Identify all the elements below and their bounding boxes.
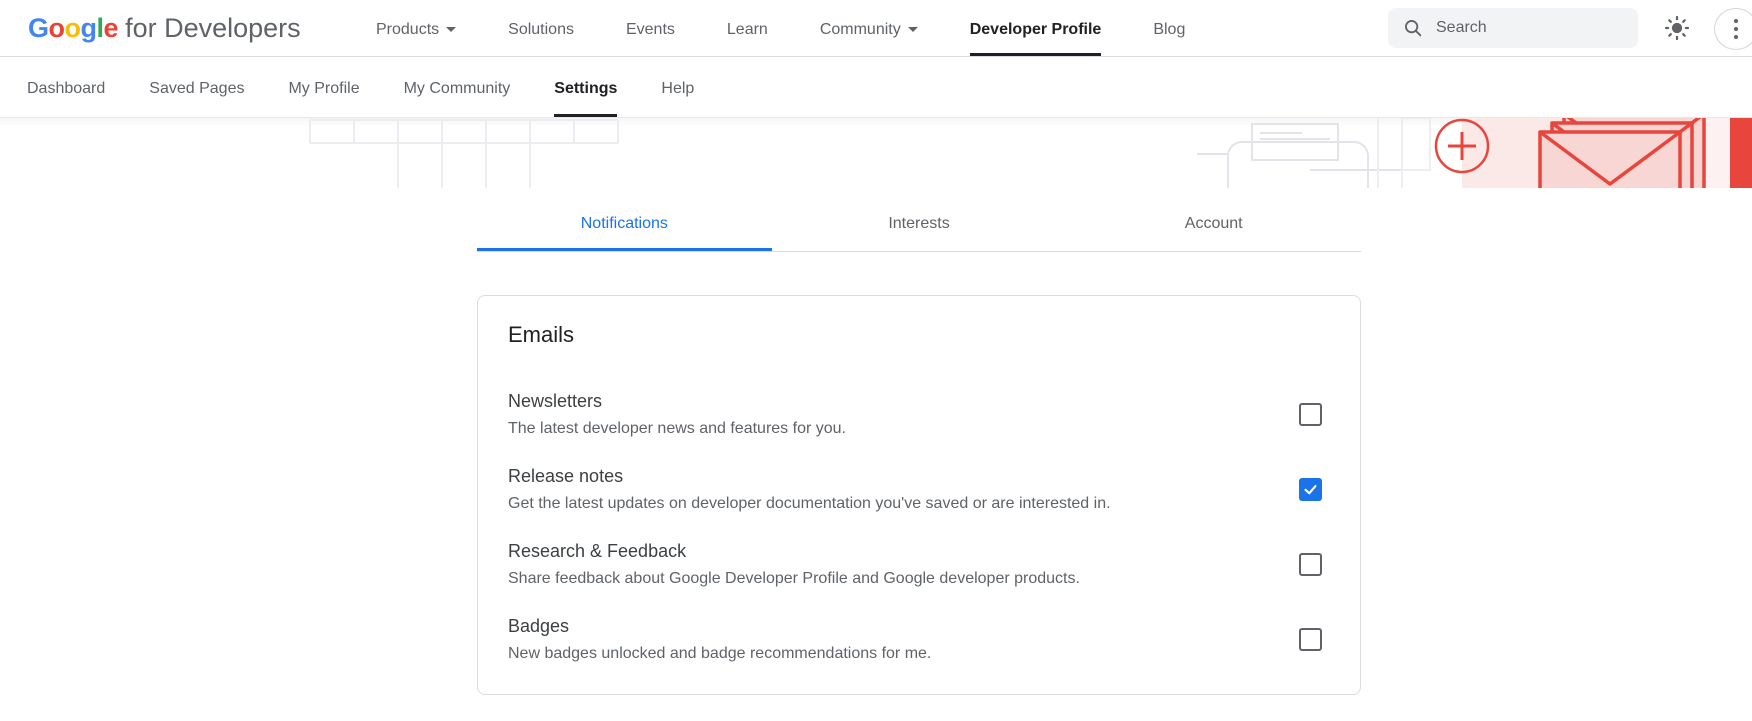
- primary-nav: Products Solutions Events Learn Communit…: [376, 0, 1185, 56]
- subnav-item-my-profile[interactable]: My Profile: [288, 57, 359, 117]
- checkbox-release-notes[interactable]: [1299, 478, 1322, 501]
- account-menu-button[interactable]: [1714, 8, 1752, 50]
- checkbox-research-feedback[interactable]: [1299, 553, 1322, 576]
- nav-item-developer-profile[interactable]: Developer Profile: [970, 0, 1102, 56]
- pref-title: Research & Feedback: [508, 538, 1080, 564]
- tab-notifications[interactable]: Notifications: [477, 196, 772, 251]
- nav-item-solutions[interactable]: Solutions: [508, 0, 574, 56]
- pref-row-research-feedback: Research & Feedback Share feedback about…: [508, 538, 1322, 591]
- tab-account[interactable]: Account: [1066, 196, 1361, 251]
- search-input[interactable]: [1434, 18, 1608, 38]
- pref-description: The latest developer news and features f…: [508, 417, 846, 441]
- sun-icon: [1663, 14, 1691, 42]
- settings-tabs: Notifications Interests Account: [477, 196, 1361, 252]
- chevron-down-icon: [446, 27, 456, 32]
- subnav-item-saved-pages[interactable]: Saved Pages: [149, 57, 244, 117]
- google-logo-text: Google: [28, 13, 118, 44]
- google-for-developers-logo[interactable]: Google for Developers: [28, 0, 301, 56]
- theme-toggle-button[interactable]: [1661, 13, 1693, 43]
- nav-item-events[interactable]: Events: [626, 0, 675, 56]
- decorative-banner: [0, 118, 1752, 188]
- kebab-menu-icon: [1734, 19, 1738, 39]
- red-bar: [1730, 118, 1752, 188]
- pref-title: Release notes: [508, 463, 1111, 489]
- subnav-item-my-community[interactable]: My Community: [404, 57, 511, 117]
- logo-suffix: for Developers: [125, 13, 301, 44]
- search-icon: [1402, 17, 1424, 39]
- emails-card: Emails Newsletters The latest developer …: [477, 295, 1361, 695]
- card-title: Emails: [508, 322, 1322, 348]
- pref-row-release-notes: Release notes Get the latest updates on …: [508, 463, 1322, 516]
- pref-title: Newsletters: [508, 388, 846, 414]
- chevron-down-icon: [908, 27, 918, 32]
- top-header: Google for Developers Products Solutions…: [0, 0, 1752, 57]
- checkbox-newsletters[interactable]: [1299, 403, 1322, 426]
- tab-interests[interactable]: Interests: [772, 196, 1067, 251]
- subnav-item-settings[interactable]: Settings: [554, 57, 617, 117]
- nav-item-learn[interactable]: Learn: [727, 0, 768, 56]
- nav-item-products[interactable]: Products: [376, 0, 456, 56]
- pref-description: New badges unlocked and badge recommenda…: [508, 642, 931, 666]
- pref-description: Share feedback about Google Developer Pr…: [508, 567, 1080, 591]
- pref-title: Badges: [508, 613, 931, 639]
- nav-item-community[interactable]: Community: [820, 0, 918, 56]
- pref-row-badges: Badges New badges unlocked and badge rec…: [508, 613, 1322, 666]
- pref-row-newsletters: Newsletters The latest developer news an…: [508, 388, 1322, 441]
- pref-description: Get the latest updates on developer docu…: [508, 492, 1111, 516]
- profile-subnav: Dashboard Saved Pages My Profile My Comm…: [0, 57, 1752, 118]
- nav-item-blog[interactable]: Blog: [1153, 0, 1185, 56]
- lineart-decoration: [1197, 118, 1430, 188]
- grid-decoration: [310, 120, 618, 188]
- subnav-item-help[interactable]: Help: [661, 57, 694, 117]
- envelopes-illustration: [1540, 118, 1704, 188]
- subnav-item-dashboard[interactable]: Dashboard: [27, 57, 105, 117]
- search-box[interactable]: [1388, 8, 1638, 48]
- checkbox-badges[interactable]: [1299, 628, 1322, 651]
- banner-artwork: [0, 118, 1752, 188]
